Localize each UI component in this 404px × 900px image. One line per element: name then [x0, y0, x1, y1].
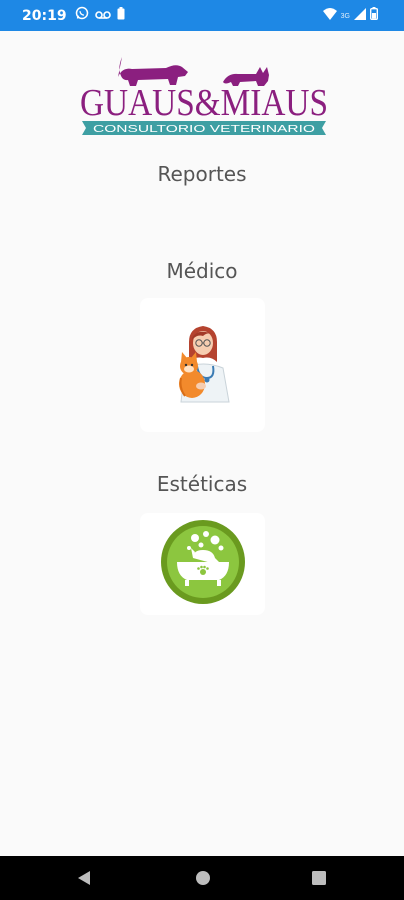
brand-logo: GUAUS&MIAUS CONSULTORIO VETERINARIO: [78, 55, 330, 141]
voicemail-icon: [94, 7, 111, 25]
brand-text: GUAUS&MIAUS: [80, 82, 328, 124]
network-type-label: 3G: [340, 12, 350, 20]
recents-icon[interactable]: [312, 871, 326, 890]
signal-icon: [354, 7, 366, 25]
page-title: Reportes: [157, 162, 247, 186]
grooming-report-button[interactable]: [140, 513, 265, 615]
pet-bath-icon: [159, 518, 247, 611]
status-bar: 20:19 3G: [0, 0, 404, 31]
navigation-bar: [0, 856, 404, 900]
status-time: 20:19: [22, 7, 67, 24]
battery-saver-icon: [117, 6, 125, 25]
battery-icon: [369, 7, 378, 25]
section-label-medico: Médico: [166, 259, 238, 283]
brand-tagline: CONSULTORIO VETERINARIO: [93, 124, 315, 135]
whatsapp-icon: [75, 6, 89, 25]
wifi-icon: [322, 7, 337, 25]
home-icon[interactable]: [195, 870, 211, 891]
back-icon[interactable]: [76, 870, 92, 891]
veterinarian-with-cat-icon: [167, 322, 239, 409]
medical-report-button[interactable]: [140, 298, 265, 432]
section-label-esteticas: Estéticas: [156, 472, 248, 496]
